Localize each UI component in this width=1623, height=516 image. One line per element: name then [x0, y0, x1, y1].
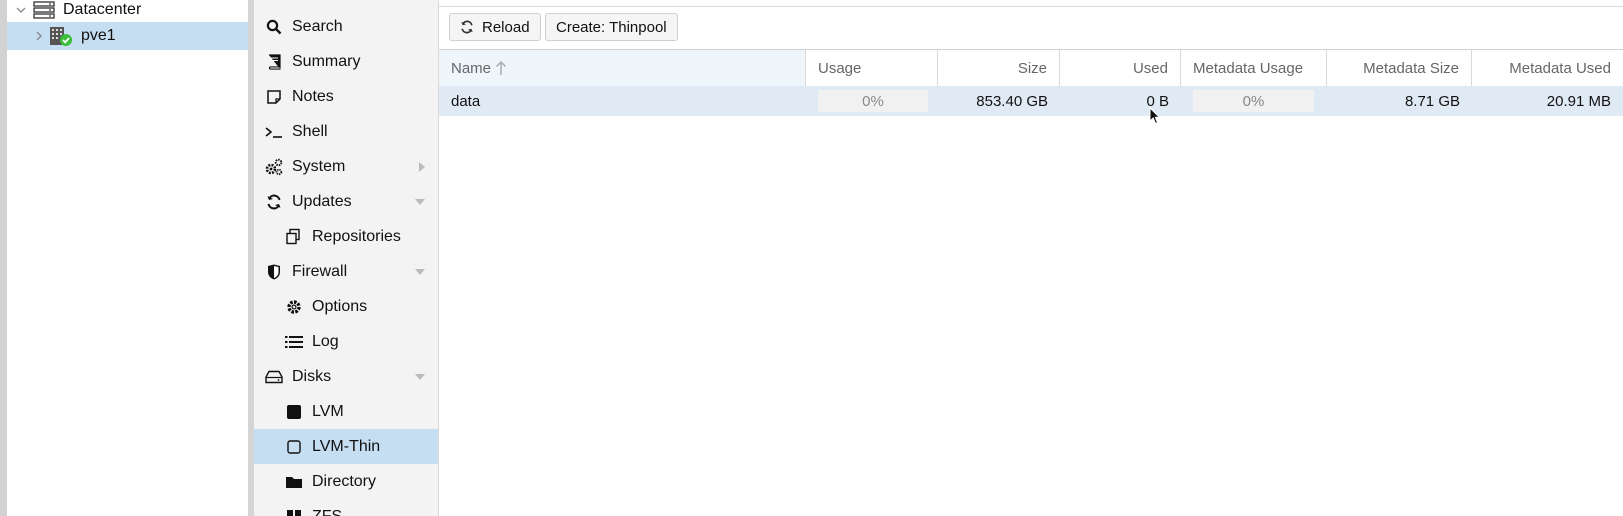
- expand-chevron-icon[interactable]: [31, 31, 47, 41]
- expand-right-icon[interactable]: [418, 149, 426, 184]
- nav-item-directory[interactable]: Directory: [254, 464, 438, 499]
- grid-icon: [284, 507, 304, 516]
- nav-item-label: Shell: [292, 122, 328, 140]
- column-header-label: Metadata Used: [1509, 59, 1611, 77]
- nav-item-label: Options: [312, 297, 368, 315]
- copy-icon: [284, 227, 304, 247]
- nav-item-label: Notes: [292, 87, 334, 105]
- nav-item-updates[interactable]: Updates: [254, 184, 438, 219]
- tree-item-label: pve1: [81, 27, 116, 44]
- square-outline-icon: [284, 437, 304, 457]
- note-icon: [264, 87, 284, 107]
- shield-icon: [264, 262, 284, 282]
- nav-item-lvm-thin[interactable]: LVM-Thin: [254, 429, 438, 464]
- nav-item-label: Updates: [292, 192, 352, 210]
- column-header-usage[interactable]: Usage: [806, 50, 938, 86]
- datacenter-icon: [33, 1, 55, 19]
- nav-item-disks[interactable]: Disks: [254, 359, 438, 394]
- nav-item-summary[interactable]: Summary: [254, 44, 438, 79]
- nav-item-label: System: [292, 157, 346, 175]
- nav-item-label: ZFS: [312, 507, 343, 516]
- nav-item-label: LVM-Thin: [312, 437, 381, 455]
- cell-metadata-used: 20.91 MB: [1546, 92, 1611, 110]
- sort-ascending-icon: [495, 60, 507, 76]
- column-header-metadata-size[interactable]: Metadata Size: [1327, 50, 1472, 86]
- content-panel: Reload Create: Thinpool Name Usage Size …: [439, 0, 1623, 516]
- nav-item-label: Search: [292, 17, 343, 35]
- toolbar: Reload Create: Thinpool: [439, 7, 1623, 50]
- column-header-label: Metadata Size: [1363, 59, 1459, 77]
- table-row[interactable]: data 0% 853.40 GB 0 B 0% 8.71 GB 20.91 M…: [439, 86, 1623, 116]
- nav-item-label: Firewall: [292, 262, 348, 280]
- metadata-usage-progress-bar: 0%: [1193, 90, 1314, 112]
- usage-progress-bar: 0%: [818, 90, 928, 112]
- node-online-icon: [49, 25, 73, 47]
- nav-item-label: LVM: [312, 402, 344, 420]
- create-thinpool-button[interactable]: Create: Thinpool: [545, 13, 678, 41]
- drive-icon: [264, 367, 284, 387]
- gears-icon: [264, 157, 284, 177]
- list-icon: [284, 332, 304, 352]
- create-button-label: Create: Thinpool: [556, 18, 667, 36]
- column-header-metadata-usage[interactable]: Metadata Usage: [1181, 50, 1327, 86]
- reload-button-label: Reload: [482, 18, 530, 36]
- node-nav-menu: Search Summary Notes Shell System Update…: [254, 0, 439, 516]
- column-header-label: Usage: [818, 59, 862, 77]
- nav-item-label: Disks: [292, 367, 332, 385]
- gear-icon: [284, 297, 304, 317]
- column-header-label: Name: [451, 59, 492, 77]
- column-header-name[interactable]: Name: [439, 50, 806, 86]
- nav-item-shell[interactable]: Shell: [254, 114, 438, 149]
- cell-name: data: [451, 92, 481, 110]
- nav-item-label: Repositories: [312, 227, 401, 245]
- book-icon: [264, 52, 284, 72]
- nav-item-system[interactable]: System: [254, 149, 438, 184]
- folder-icon: [284, 472, 304, 492]
- column-header-label: Size: [1017, 59, 1047, 77]
- mouse-cursor-icon: [1149, 106, 1161, 130]
- collapse-down-icon[interactable]: [414, 184, 426, 219]
- resource-tree: Datacenter pve1: [0, 0, 254, 516]
- collapse-down-icon[interactable]: [414, 254, 426, 289]
- tree-edge: [0, 0, 7, 516]
- nav-item-label: Summary: [292, 52, 361, 70]
- nav-item-repositories[interactable]: Repositories: [254, 219, 438, 254]
- cell-used: 0 B: [1146, 92, 1169, 110]
- column-header-used[interactable]: Used: [1060, 50, 1181, 86]
- nav-item-label: Directory: [312, 472, 377, 490]
- nav-item-firewall[interactable]: Firewall: [254, 254, 438, 289]
- tree-item-pve1[interactable]: pve1: [7, 22, 248, 50]
- column-header-size[interactable]: Size: [938, 50, 1060, 86]
- grid-header: Name Usage Size Used Metadata Usage Meta…: [439, 50, 1623, 87]
- column-header-metadata-used[interactable]: Metadata Used: [1472, 50, 1623, 86]
- refresh-icon: [460, 20, 474, 34]
- tree-item-datacenter[interactable]: Datacenter: [7, 0, 248, 24]
- nav-item-zfs[interactable]: ZFS: [254, 499, 438, 516]
- nav-item-notes[interactable]: Notes: [254, 79, 438, 114]
- terminal-icon: [264, 122, 284, 142]
- nav-item-search[interactable]: Search: [254, 9, 438, 44]
- column-header-label: Metadata Usage: [1193, 59, 1304, 77]
- cell-size: 853.40 GB: [976, 92, 1048, 110]
- collapse-chevron-icon[interactable]: [13, 5, 29, 15]
- refresh-icon: [264, 192, 284, 212]
- search-icon: [264, 17, 284, 37]
- collapse-down-icon[interactable]: [414, 359, 426, 394]
- cell-metadata-size: 8.71 GB: [1404, 92, 1460, 110]
- nav-item-options[interactable]: Options: [254, 289, 438, 324]
- reload-button[interactable]: Reload: [449, 13, 541, 41]
- nav-item-lvm[interactable]: LVM: [254, 394, 438, 429]
- nav-item-label: Log: [312, 332, 339, 350]
- column-header-label: Used: [1132, 59, 1168, 77]
- square-filled-icon: [284, 402, 304, 422]
- tree-item-label: Datacenter: [63, 1, 142, 18]
- nav-item-log[interactable]: Log: [254, 324, 438, 359]
